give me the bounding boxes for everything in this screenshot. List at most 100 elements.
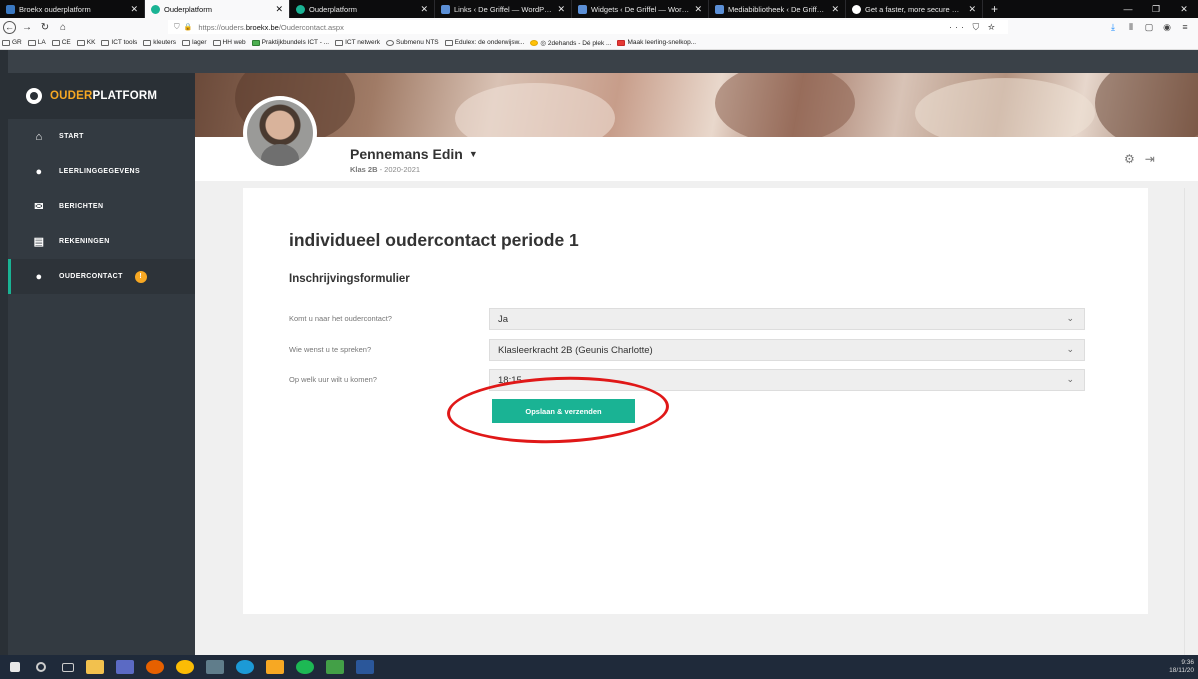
bookmarks-bar: GR LA CE KK ICT tools kleuters lager HH … [0,36,1198,50]
bookmark[interactable]: Submenu NTS [386,39,439,46]
avatar [243,96,317,170]
bookmark-icon [617,39,626,46]
sidebar-item-label: REKENINGEN [59,238,110,245]
browser-tab[interactable]: Get a faster, more secure websi ✕ [846,0,983,18]
page-gutter [0,50,8,655]
maximize-icon[interactable]: ❐ [1142,0,1170,18]
word-icon[interactable] [356,660,374,674]
onenote-icon[interactable] [266,660,284,674]
page-scrollbar[interactable] [1184,188,1198,655]
home-browser-icon[interactable]: ⌂ [56,22,70,33]
select-value: Klasleerkracht 2B (Geunis Charlotte) [498,344,653,356]
favicon-icon [715,4,724,14]
close-icon[interactable]: ✕ [130,4,138,15]
menu-icon[interactable]: ≡ [1176,22,1194,32]
close-icon[interactable]: ✕ [275,4,283,15]
teams-icon[interactable] [116,660,134,674]
calculator-icon[interactable] [206,660,224,674]
browser-tab[interactable]: Ouderplatform ✕ [290,0,435,18]
logout-icon[interactable]: ⇥ [1145,152,1155,166]
field-label-attendance: Komt u naar het oudercontact? [289,314,392,323]
windows-start-icon[interactable] [10,662,20,672]
firefox-icon[interactable] [146,660,164,674]
sidebar-menu: ⌂ START ● LEERLINGGEGEVENS ✉ BERICHTEN ▤… [8,119,195,294]
select-value: Ja [498,313,509,325]
sidebar-toggle-icon[interactable]: ▢ [1140,22,1158,33]
task-view-icon[interactable] [62,662,74,672]
close-icon[interactable]: ✕ [968,4,976,15]
close-icon[interactable]: ✕ [694,4,702,15]
os-taskbar: 9:36 18/11/20 [0,655,1198,679]
field-label-time: Op welk uur wilt u komen? [289,375,377,384]
notification-badge: ! [134,270,147,283]
close-icon[interactable]: ✕ [557,4,565,15]
bookmark[interactable]: KK [76,39,95,46]
favicon-icon [441,4,450,14]
bookmark[interactable]: CE [51,39,71,46]
sidebar-item-leerlinggegevens[interactable]: ● LEERLINGGEGEVENS [8,154,195,189]
shield-icon: ⛉ [174,22,180,31]
sidebar-item-berichten[interactable]: ✉ BERICHTEN [8,189,195,224]
bookmark[interactable]: Edulex: de onderwijsw... [444,39,524,46]
page-title: individueel oudercontact periode 1 [289,230,579,250]
close-icon[interactable]: ✕ [420,4,428,15]
bookmark[interactable]: LA [27,39,46,46]
close-icon[interactable]: ✕ [831,4,839,15]
bookmark[interactable]: ◎ 2dehands - Dé plek ... [530,39,611,47]
bookmark[interactable]: kleuters [143,39,176,46]
back-icon[interactable]: ← [3,20,16,34]
bookmark[interactable]: HH web [212,39,246,46]
folder-icon [2,39,10,46]
envelope-icon: ✉ [34,201,44,213]
bookmark[interactable]: Praktijkbundels ICT - ... [251,39,329,46]
account-icon[interactable]: ◉ [1158,22,1176,33]
bookmark[interactable]: Maak leerling-snelkop... [617,39,696,46]
caret-down-icon: ▼ [468,149,478,159]
bookmark[interactable]: GR [2,39,22,46]
window-controls: — ❐ ✕ [1114,0,1198,18]
folder-icon [27,39,36,46]
folder-icon [182,39,191,46]
sidebar-item-start[interactable]: ⌂ START [8,119,195,154]
sidebar-item-label: START [59,133,84,140]
spotify-icon[interactable] [296,660,314,674]
reload-icon[interactable]: ↻ [38,22,52,33]
bookmark[interactable]: ICT tools [101,39,137,46]
file-explorer-icon[interactable] [86,660,104,674]
home-icon: ⌂ [35,130,43,143]
sidebar: OUDERPLATFORM ⌂ START ● LEERLINGGEGEVENS… [8,73,195,655]
teacher-select[interactable]: Klasleerkracht 2B (Geunis Charlotte) ⌄ [489,339,1085,361]
bookmark[interactable]: lager [182,39,207,46]
browser-tab[interactable]: Broekx ouderplatform ✕ [0,0,145,18]
folder-icon [335,39,344,46]
browser-tab[interactable]: Mediabibliotheek ‹ De Griffel — ✕ [709,0,846,18]
url-prefix: https://ouders. [198,22,246,32]
browser-tab[interactable]: Links ‹ De Griffel — WordPress ✕ [435,0,572,18]
app-icon[interactable] [326,660,344,674]
bookmark-icon [444,39,453,46]
download-icon[interactable]: ⤓ [1104,22,1122,33]
page-actions-icon[interactable]: ··· ⛉ ☆ [949,22,998,33]
folder-icon [212,39,221,46]
chrome-icon[interactable] [176,660,194,674]
browser-tab[interactable]: Widgets ‹ De Griffel — WordPre ✕ [572,0,709,18]
minimize-icon[interactable]: — [1114,0,1142,18]
sidebar-item-oudercontact[interactable]: ● OUDERCONTACT ! [8,259,195,294]
url-bar[interactable]: ⛉ 🔒 https://ouders. broekx.be/Oudercontac… [168,20,1008,34]
forward-icon[interactable]: → [20,22,34,33]
bookmark[interactable]: ICT netwerk [335,39,380,46]
new-tab-button[interactable]: + [983,0,1006,18]
attendance-select[interactable]: Ja ⌄ [489,308,1085,330]
close-window-icon[interactable]: ✕ [1170,0,1198,18]
lock-icon: 🔒 [183,24,193,31]
browser-tab-active[interactable]: Ouderplatform ✕ [145,0,290,18]
search-icon[interactable] [36,662,46,672]
sidebar-item-rekeningen[interactable]: ▤ REKENINGEN [8,224,195,259]
edge-icon[interactable] [236,660,254,674]
app-logo[interactable]: OUDERPLATFORM [8,73,195,119]
chevron-down-icon: ⌄ [1066,374,1074,384]
library-icon[interactable]: ⫴ [1122,22,1140,33]
system-clock[interactable]: 9:36 18/11/20 [1169,659,1194,675]
settings-gear-icon[interactable]: ⚙ [1124,152,1135,166]
student-selector[interactable]: Pennemans Edin ▼ [350,146,478,162]
